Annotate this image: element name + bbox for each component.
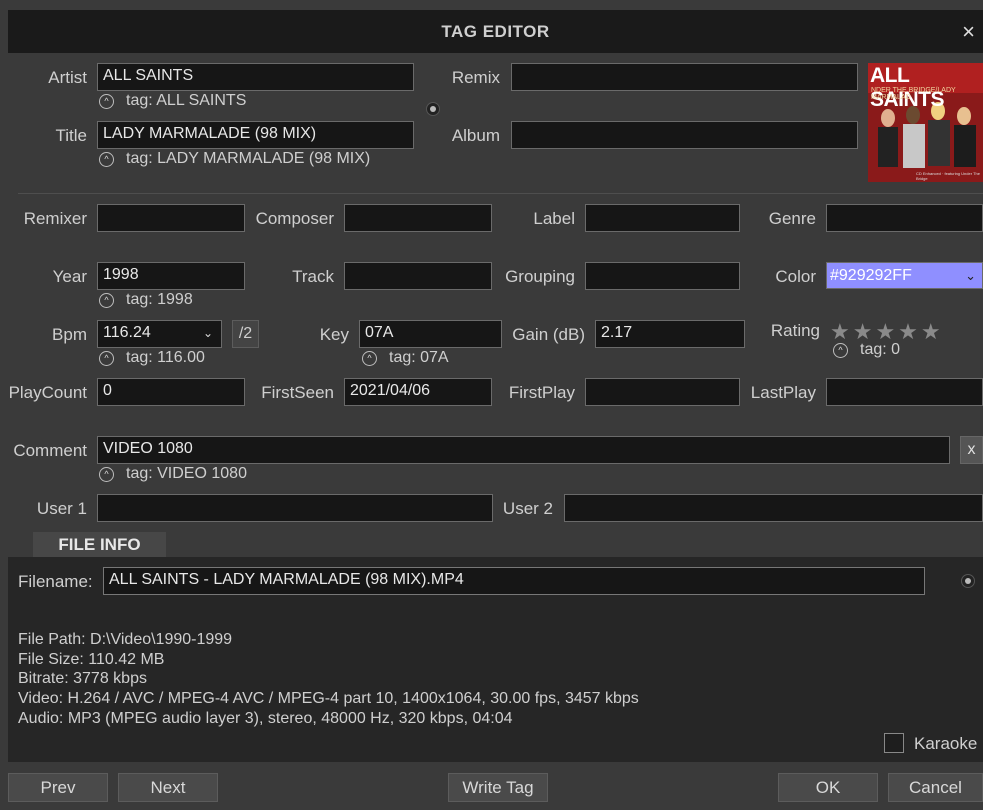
- composer-label: Composer: [255, 209, 334, 228]
- key-tag-text: tag: 07A: [389, 349, 449, 366]
- track-label: Track: [292, 267, 334, 286]
- playcount-label: PlayCount: [8, 383, 87, 402]
- cancel-button[interactable]: Cancel: [888, 773, 983, 802]
- tag-apply-icon: ^: [99, 293, 114, 308]
- chevron-down-icon: ⌄: [202, 326, 213, 340]
- artist-tag[interactable]: ^ tag: ALL SAINTS: [99, 92, 246, 110]
- comment-tag[interactable]: ^ tag: VIDEO 1080: [99, 465, 247, 483]
- tag-apply-icon: ^: [362, 351, 377, 366]
- title-tag[interactable]: ^ tag: LADY MARMALADE (98 MIX): [99, 150, 370, 168]
- file-size-text: File Size: 110.42 MB: [18, 651, 165, 668]
- label-label: Label: [533, 209, 575, 228]
- artist-label: Artist: [48, 68, 87, 87]
- title-input[interactable]: LADY MARMALADE (98 MIX): [97, 121, 414, 149]
- cover-art-text-sub: NDER THE BRIDGE/LADY MARMALAD: [871, 87, 956, 101]
- gain-label: Gain (dB): [512, 325, 585, 344]
- user2-input[interactable]: [564, 494, 983, 522]
- grouping-label: Grouping: [505, 267, 575, 286]
- tag-apply-icon: ^: [99, 94, 114, 109]
- filename-input[interactable]: ALL SAINTS - LADY MARMALADE (98 MIX).MP4: [103, 567, 925, 595]
- comment-tag-text: tag: VIDEO 1080: [126, 465, 247, 482]
- ok-button[interactable]: OK: [778, 773, 878, 802]
- title-tag-text: tag: LADY MARMALADE (98 MIX): [126, 150, 371, 167]
- artist-tag-text: tag: ALL SAINTS: [126, 92, 247, 109]
- comment-input[interactable]: VIDEO 1080: [97, 436, 950, 464]
- rating-tag[interactable]: ^ tag: 0: [833, 341, 900, 359]
- album-label: Album: [451, 126, 500, 145]
- year-label: Year: [52, 267, 87, 286]
- genre-label: Genre: [768, 209, 816, 228]
- next-button[interactable]: Next: [118, 773, 218, 802]
- title-label: Title: [55, 126, 88, 145]
- color-select[interactable]: #929292FF ⌄: [826, 262, 983, 289]
- rename-file-button[interactable]: [961, 574, 975, 588]
- swap-artist-title-button[interactable]: [426, 102, 440, 116]
- close-icon[interactable]: ×: [962, 19, 975, 45]
- key-tag[interactable]: ^ tag: 07A: [362, 349, 449, 367]
- filename-label: Filename:: [18, 572, 93, 591]
- user1-label: User 1: [36, 499, 87, 518]
- gain-input[interactable]: 2.17: [595, 320, 745, 348]
- artist-input[interactable]: ALL SAINTS: [97, 63, 414, 91]
- user2-label: User 2: [502, 499, 553, 518]
- remix-label: Remix: [451, 68, 500, 87]
- file-path-text: File Path: D:\Video\1990-1999: [18, 631, 233, 648]
- remixer-input[interactable]: [97, 204, 245, 232]
- firstseen-label: FirstSeen: [261, 383, 334, 402]
- audio-info-text: Audio: MP3 (MPEG audio layer 3), stereo,…: [18, 710, 513, 727]
- grouping-input[interactable]: [585, 262, 740, 290]
- section-divider: [18, 193, 983, 194]
- bpm-tag-text: tag: 116.00: [126, 349, 205, 366]
- cover-art-image[interactable]: ALL SAINTS NDER THE BRIDGE/LADY MARMALAD…: [868, 63, 983, 182]
- title-bar: TAG EDITOR ×: [8, 10, 983, 53]
- halve-bpm-button[interactable]: /2: [232, 320, 259, 348]
- color-select-value: #929292FF: [830, 267, 912, 284]
- genre-input[interactable]: [826, 204, 983, 232]
- track-input[interactable]: [344, 262, 492, 290]
- cover-art-text-small: CD Enhanced · featuring Under The Bridge: [916, 171, 980, 181]
- album-input[interactable]: [511, 121, 858, 149]
- rating-tag-text: tag: 0: [860, 341, 901, 358]
- tag-apply-icon: ^: [99, 351, 114, 366]
- tag-apply-icon: ^: [99, 152, 114, 167]
- composer-input[interactable]: [344, 204, 492, 232]
- label-input[interactable]: [585, 204, 740, 232]
- bpm-tag[interactable]: ^ tag: 116.00: [99, 349, 205, 367]
- tag-apply-icon: ^: [99, 467, 114, 482]
- user1-input[interactable]: [97, 494, 493, 522]
- bpm-label: Bpm: [52, 325, 87, 344]
- bpm-value: 116.24: [103, 324, 151, 341]
- firstseen-input[interactable]: 2021/04/06: [344, 378, 492, 406]
- bpm-select[interactable]: 116.24 ⌄: [97, 320, 222, 348]
- window-title: TAG EDITOR: [441, 22, 550, 41]
- lastplay-label: LastPlay: [750, 383, 816, 402]
- write-tag-button[interactable]: Write Tag: [448, 773, 548, 802]
- firstplay-input[interactable]: [585, 378, 740, 406]
- clear-comment-button[interactable]: x: [960, 436, 983, 464]
- tab-file-info[interactable]: FILE INFO: [33, 532, 166, 558]
- firstplay-label: FirstPlay: [508, 383, 575, 402]
- key-label: Key: [319, 325, 349, 344]
- rating-label: Rating: [770, 321, 820, 340]
- chevron-down-icon: ⌄: [965, 268, 976, 283]
- bitrate-text: Bitrate: 3778 kbps: [18, 670, 147, 687]
- remixer-label: Remixer: [23, 209, 87, 228]
- tag-editor-window: TAG EDITOR × Artist ALL SAINTS ^ tag: ALL…: [0, 0, 983, 810]
- tag-apply-icon: ^: [833, 343, 848, 358]
- prev-button[interactable]: Prev: [8, 773, 108, 802]
- video-info-text: Video: H.264 / AVC / MPEG-4 AVC / MPEG-4…: [18, 690, 639, 707]
- karaoke-label: Karaoke: [914, 734, 978, 753]
- lastplay-input[interactable]: [826, 378, 983, 406]
- playcount-input[interactable]: 0: [97, 378, 245, 406]
- comment-label: Comment: [13, 441, 87, 460]
- key-input[interactable]: 07A: [359, 320, 502, 348]
- year-tag[interactable]: ^ tag: 1998: [99, 291, 193, 309]
- color-label: Color: [775, 267, 816, 286]
- year-tag-text: tag: 1998: [126, 291, 193, 308]
- remix-input[interactable]: [511, 63, 858, 91]
- karaoke-checkbox[interactable]: [884, 733, 904, 753]
- year-input[interactable]: 1998: [97, 262, 245, 290]
